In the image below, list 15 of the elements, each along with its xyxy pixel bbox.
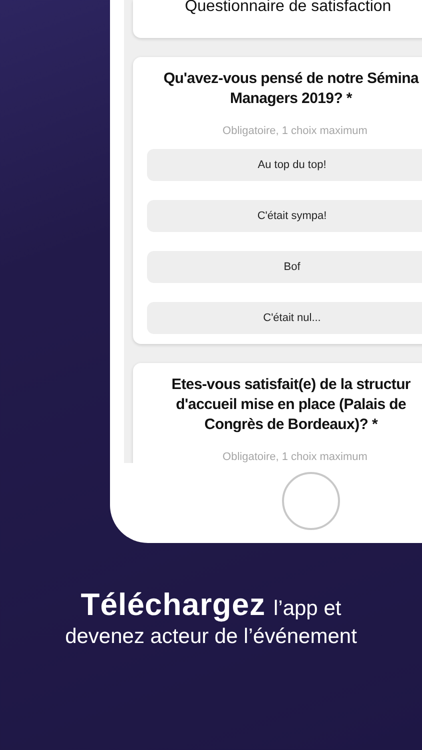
- home-button[interactable]: [282, 472, 340, 530]
- caption-text: devenez acteur de l’événement: [65, 625, 357, 649]
- question-text: Managers 2019? *: [230, 89, 352, 109]
- question-text: Etes-vous satisfait(e) de la structur: [172, 375, 410, 395]
- answer-option[interactable]: C'était sympa!: [147, 200, 422, 232]
- answer-option[interactable]: Bof: [147, 251, 422, 283]
- caption-headline: Téléchargez: [80, 587, 266, 623]
- caption-text: l’app et: [273, 597, 342, 621]
- answer-option[interactable]: Au top du top!: [147, 149, 422, 181]
- answer-option[interactable]: C'était nul...: [147, 302, 422, 334]
- question-text: Qu'avez-vous pensé de notre Sémina: [163, 69, 419, 89]
- question-text: d'accueil mise en place (Palais de: [176, 395, 406, 415]
- question-text: Congrès de Bordeaux)? *: [204, 415, 378, 435]
- question-hint: Obligatoire, 1 choix maximum: [222, 451, 368, 463]
- question-hint: Obligatoire, 1 choix maximum: [222, 125, 368, 137]
